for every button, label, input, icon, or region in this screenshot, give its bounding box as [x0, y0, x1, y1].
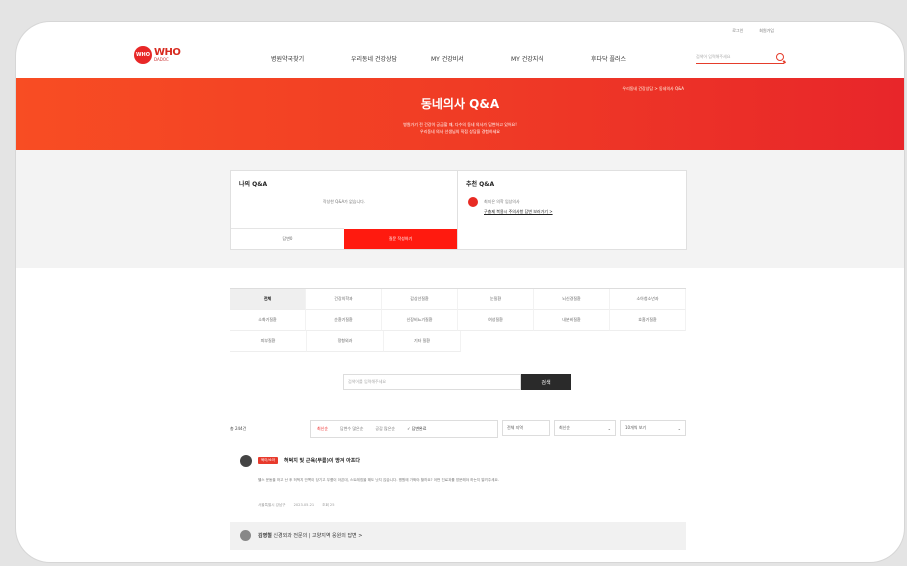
chevron-down-icon: ⌄	[607, 425, 611, 431]
chevron-down-icon: ⌄	[677, 425, 681, 431]
search-icon[interactable]	[776, 53, 784, 61]
location-label: 전체 지역	[507, 425, 523, 430]
hero-banner: 우리동네 건강상담 > 동네의사 Q&A 동네의사 Q&A 병원가기 전 건강이…	[16, 78, 904, 150]
category-item[interactable]: 갑상선질환	[382, 289, 458, 310]
post-title[interactable]: 허벅지 및 근육(무릎)이 땅겨 아프다	[284, 457, 360, 464]
sort-segment: 최신순 답변수 많은순 공감 많은순 ✓ 답변완료	[310, 420, 498, 438]
answer-detail: 신경외과 전문의 | 고양지역 응원의 답변 >	[273, 533, 363, 539]
main-nav: 병원약국찾기 우리동네 건강상담 MY 건강비서 MY 건강지식 후다닥 플러스	[271, 54, 671, 63]
logo-line2: DADOC	[154, 57, 169, 62]
answer-preview[interactable]: 김영철 신경외과 전문의 | 고양지역 응원의 답변 >	[230, 522, 686, 550]
sort-select[interactable]: 최신순 ⌄	[554, 420, 616, 436]
category-item[interactable]: 기타 질환	[384, 331, 461, 352]
logo-text: WHO DADOC	[154, 48, 181, 62]
nav-item-my-secretary[interactable]: MY 건강비서	[431, 54, 511, 63]
hero-subtitle-line1: 병원가기 전 건강이 궁금할 때, 다수의 동네 의사가 답변하고 있어요!	[403, 122, 517, 127]
recommend-link[interactable]: 구충제 복용시 주의사항 답변 보러가기 >	[484, 209, 553, 215]
breadcrumb: 우리동네 건강상담 > 동네의사 Q&A	[622, 86, 684, 91]
category-item[interactable]: 소아청소년과	[610, 289, 686, 310]
category-item[interactable]: 여성질환	[458, 310, 534, 331]
site-header: WHO WHO DADOC 병원약국찾기 우리동네 건강상담 MY 건강비서 M…	[16, 46, 904, 78]
my-answers-button[interactable]: 답변0	[231, 228, 344, 249]
sort-select-label: 최신순	[559, 425, 571, 430]
filter-bar: 총 244건 최신순 답변수 많은순 공감 많은순 ✓ 답변완료 전체 지역 최…	[230, 420, 686, 438]
header-search-placeholder: 검색어 입력해주세요	[696, 54, 731, 59]
post-date: 2023.05.21	[293, 503, 315, 507]
my-qa-empty: 작성한 Q&A가 없습니다.	[322, 199, 366, 204]
doctor-avatar	[240, 530, 251, 541]
post-body: 헬스 운동을 하고 난 후 허벅지 안쪽이 당기고 무릎이 아픈데, 스트레칭을…	[258, 478, 499, 482]
login-link[interactable]: 로그인	[732, 28, 743, 34]
doctor-icon	[468, 197, 478, 207]
question-icon	[240, 455, 252, 467]
sort-most-answers[interactable]: 답변수 많은순	[334, 426, 369, 432]
nav-item-consult[interactable]: 우리동네 건강상담	[351, 54, 431, 63]
summary-section: 나의 Q&A 작성한 Q&A가 없습니다. 답변0 질문 작성하기 추천 Q&A…	[16, 150, 904, 268]
category-item[interactable]: 피부질환	[230, 331, 307, 352]
category-item[interactable]: 호흡기질환	[610, 310, 686, 331]
join-link[interactable]: 회원가입	[759, 28, 774, 34]
post-tag: 육아/소아	[258, 457, 279, 464]
nav-item-my-knowledge[interactable]: MY 건강지식	[511, 54, 591, 63]
category-item[interactable]: 건강의학과	[306, 289, 382, 310]
location-filter[interactable]: 전체 지역	[502, 420, 550, 436]
total-count: 총 244건	[230, 426, 247, 431]
page-title: 동네의사 Q&A	[420, 97, 500, 111]
category-all[interactable]: 전체	[230, 289, 306, 310]
sort-latest[interactable]: 최신순	[311, 426, 334, 432]
answered-checkbox[interactable]: ✓ 답변완료	[401, 426, 432, 432]
category-item[interactable]: 눈질환	[458, 289, 534, 310]
write-question-button[interactable]: 질문 작성하기	[344, 229, 457, 249]
qa-search-button[interactable]: 검색	[521, 374, 571, 390]
category-grid: 전체 건강의학과 갑상선질환 눈질환 뇌신경질환 소아청소년과 소화기질환 순환…	[230, 288, 686, 352]
post-author: 서울특별시 강남구	[258, 503, 286, 507]
logo-mark: WHO	[134, 46, 152, 64]
header-search-input[interactable]: 검색어 입력해주세요	[696, 51, 784, 64]
top-utility-bar: 로그인 회원가입	[732, 28, 774, 34]
perpage-select[interactable]: 10개씩 보기 ⌄	[620, 420, 686, 436]
my-qa-card: 나의 Q&A 작성한 Q&A가 없습니다. 답변0 질문 작성하기	[230, 170, 458, 250]
perpage-label: 10개씩 보기	[625, 425, 647, 430]
category-item[interactable]: 정형외과	[307, 331, 384, 352]
answer-doctor: 김영철	[258, 533, 272, 539]
recommend-title: 추천 Q&A	[466, 181, 495, 188]
sort-most-likes[interactable]: 공감 많은순	[369, 426, 401, 432]
my-qa-title: 나의 Q&A	[239, 181, 268, 188]
hero-subtitle-line2: 우리동네 의사 선생님의 직접 상담을 경험하세요	[420, 129, 500, 134]
site-logo[interactable]: WHO WHO DADOC	[134, 46, 181, 64]
category-item[interactable]: 내분비질환	[534, 310, 610, 331]
post-meta: 서울특별시 강남구 2023.05.21 조회 25	[258, 503, 335, 508]
browser-frame: 로그인 회원가입 WHO WHO DADOC 병원약국찾기 우리동네 건강상담 …	[16, 22, 904, 562]
nav-item-hospital[interactable]: 병원약국찾기	[271, 54, 351, 63]
category-item[interactable]: 신장비뇨기질환	[382, 310, 458, 331]
category-item[interactable]: 소화기질환	[230, 310, 306, 331]
nav-item-plus[interactable]: 후다닥 플러스	[591, 54, 671, 63]
category-item[interactable]: 순환기질환	[306, 310, 382, 331]
category-item[interactable]: 뇌신경질환	[534, 289, 610, 310]
post-views: 조회 25	[322, 503, 335, 507]
recommend-doctor: 최지은 의학 임상의사	[484, 199, 520, 204]
qa-search-input[interactable]: 검색어를 입력해주세요	[343, 374, 521, 390]
recommend-card: 추천 Q&A 최지은 의학 임상의사 구충제 복용시 주의사항 답변 보러가기 …	[457, 170, 687, 250]
answer-text: 김영철 신경외과 전문의 | 고양지역 응원의 답변 >	[258, 532, 362, 539]
